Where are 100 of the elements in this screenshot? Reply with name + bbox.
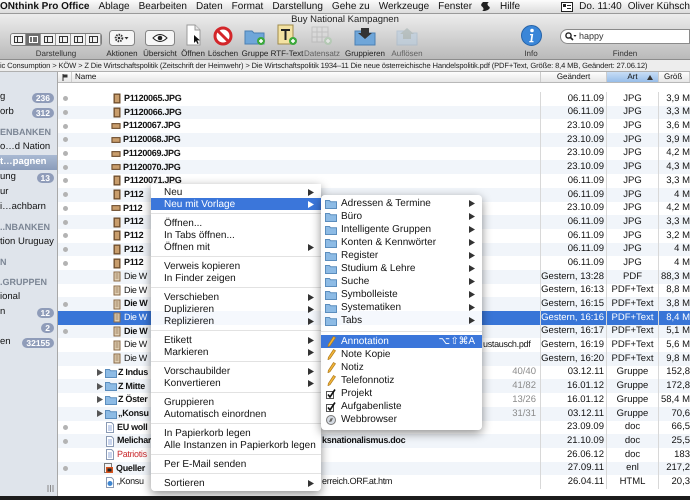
- menu-item-label: Note Kopie: [341, 348, 390, 362]
- table-cell-text: 152,8: [665, 366, 690, 380]
- menu-item-label: Aufgabenliste: [341, 400, 402, 414]
- window-title: Buy National Kampagnen: [290, 14, 400, 26]
- item-count: 41/82: [512, 379, 536, 394]
- file-name: P112: [124, 188, 144, 201]
- menu-item-label: Telefonnotiz: [341, 374, 394, 388]
- sidebar-header: ..NBANKEN: [0, 220, 50, 234]
- toolbar-label: Finden: [612, 49, 638, 59]
- file-name: „Konsu: [117, 475, 144, 488]
- table-cell-text: 5,6 M: [665, 338, 690, 352]
- table-cell-text: 4 M: [673, 188, 690, 202]
- file-name: P1120067.JPG: [123, 119, 180, 132]
- file-name: P112: [124, 242, 144, 256]
- menu-item-label: Intelligente Gruppen: [341, 223, 432, 237]
- menu-item-label: Büro: [341, 210, 362, 224]
- table-cell-text: 20,3: [670, 475, 690, 489]
- sidebar-item-label: t…pagnen: [0, 155, 46, 170]
- file-name: P112: [124, 256, 144, 270]
- table-cell-text: 9,8 M: [665, 352, 690, 366]
- sidebar-item-label: ur: [0, 185, 8, 200]
- table-cell-text: 3,6 M: [665, 119, 690, 134]
- menu-item-label: Notiz: [341, 361, 364, 375]
- table-cell-text: 4 M: [673, 242, 690, 256]
- file-name: Die W: [124, 352, 147, 366]
- file-name: EU woll: [117, 420, 148, 434]
- file-name: Die W: [124, 284, 147, 297]
- table-cell-text: 4,2 M: [665, 202, 690, 216]
- table-cell-text: 88,3 M: [660, 270, 690, 284]
- sidebar-header: N: [0, 256, 6, 268]
- sidebar-item-label: orb: [0, 105, 14, 120]
- table-cell-text: 8,4 M: [665, 311, 690, 325]
- sidebar-item-label: g: [0, 90, 6, 104]
- file-name: Die W: [124, 270, 147, 284]
- table-cell-text: 70,6: [670, 406, 690, 420]
- file-name: Z Indus: [118, 366, 148, 379]
- table-cell-text: 3,9 M: [665, 133, 690, 147]
- count-badge: 12: [36, 308, 54, 318]
- table-cell-text: 25,5: [670, 434, 690, 448]
- menu-item-label: Projekt: [341, 387, 372, 401]
- menu-item-label: Tabs: [341, 314, 362, 328]
- file-name: Die W: [124, 297, 148, 310]
- file-name: Patriotis: [117, 448, 147, 461]
- count-badge: 32155: [22, 338, 54, 348]
- file-name: Z Öster: [118, 393, 148, 406]
- table-cell-text: 3,8 M: [665, 297, 690, 311]
- search-text: happy: [579, 30, 604, 43]
- count-badge: 13: [36, 172, 54, 182]
- file-name: „Konsu: [118, 406, 149, 420]
- menu-item-label: Suche: [341, 275, 370, 289]
- keyboard-shortcut: ⌥⇧⌘A: [438, 335, 475, 349]
- table-cell-text: 58,4 M: [660, 393, 690, 407]
- file-name: Die W: [124, 311, 147, 324]
- file-name: Z Mitte: [118, 380, 145, 393]
- count-badge: 2: [41, 322, 54, 332]
- file-name: P1120069.JPG: [123, 146, 180, 160]
- file-name: P1120065.JPG: [124, 92, 182, 106]
- sidebar-item-label: ional: [0, 290, 20, 304]
- table-cell-text: 3,2 M: [665, 228, 690, 243]
- file-name: P112: [124, 228, 144, 242]
- table-cell-text: 3,3 M: [665, 215, 690, 229]
- count-badge: 236: [32, 92, 54, 102]
- menu-item-label: Systematiken: [341, 301, 402, 315]
- sidebar-item-label: i…achbarn: [0, 200, 46, 214]
- item-count: 31/31: [512, 406, 536, 421]
- menu-item-label: Register: [341, 249, 378, 263]
- table-cell-text: 172,8: [665, 379, 690, 394]
- table-cell-text: 4,2 M: [665, 146, 690, 160]
- table-cell-text: 8,8 M: [665, 284, 690, 298]
- table-cell-text: 66,5: [670, 420, 690, 434]
- menu-item-label: Annotation: [341, 335, 389, 349]
- table-cell-text: 183: [673, 448, 690, 462]
- item-count: 40/40: [512, 365, 536, 380]
- sidebar-item-label: ung: [0, 170, 16, 184]
- table-cell-text: 3,3 M: [665, 174, 690, 188]
- table-cell-text: 217,2: [665, 462, 690, 476]
- sidebar-header: .GRUPPEN: [0, 276, 48, 288]
- item-count: 13/26: [512, 392, 536, 407]
- file-name: ksnationalismus.doc: [322, 434, 406, 448]
- file-name: Queller: [116, 462, 145, 475]
- sidebar-header: ENBANKEN: [0, 126, 52, 138]
- file-name: P1120066.JPG: [124, 106, 182, 119]
- menu-item-label: Konten & Kennwörter: [341, 236, 436, 250]
- table-cell-text: 4,3 M: [665, 160, 690, 174]
- menu-item-label: Webbrowser: [341, 413, 397, 427]
- sidebar-item-label: en: [0, 335, 11, 350]
- menu-item-label: Symbolleiste: [341, 288, 398, 302]
- file-name: P1120068.JPG: [123, 133, 180, 146]
- table-cell-text: 5,1 M: [665, 324, 690, 338]
- table-cell-text: 3,9 M: [665, 92, 690, 106]
- file-name: P112: [124, 215, 144, 228]
- menu-item-label: Studium & Lehre: [341, 262, 416, 276]
- sidebar-item-label: n: [0, 305, 6, 320]
- table-cell-text: 3,3 M: [665, 106, 690, 120]
- file-name: erreich.ORF.at.htm: [322, 475, 392, 488]
- file-name: P1120070.JPG: [123, 160, 180, 174]
- file-name: P112: [123, 202, 142, 215]
- toolbar-label: Darstellung: [36, 49, 76, 59]
- file-name: ustausch.pdf: [483, 338, 530, 352]
- table-cell-text: 4 M: [673, 256, 690, 270]
